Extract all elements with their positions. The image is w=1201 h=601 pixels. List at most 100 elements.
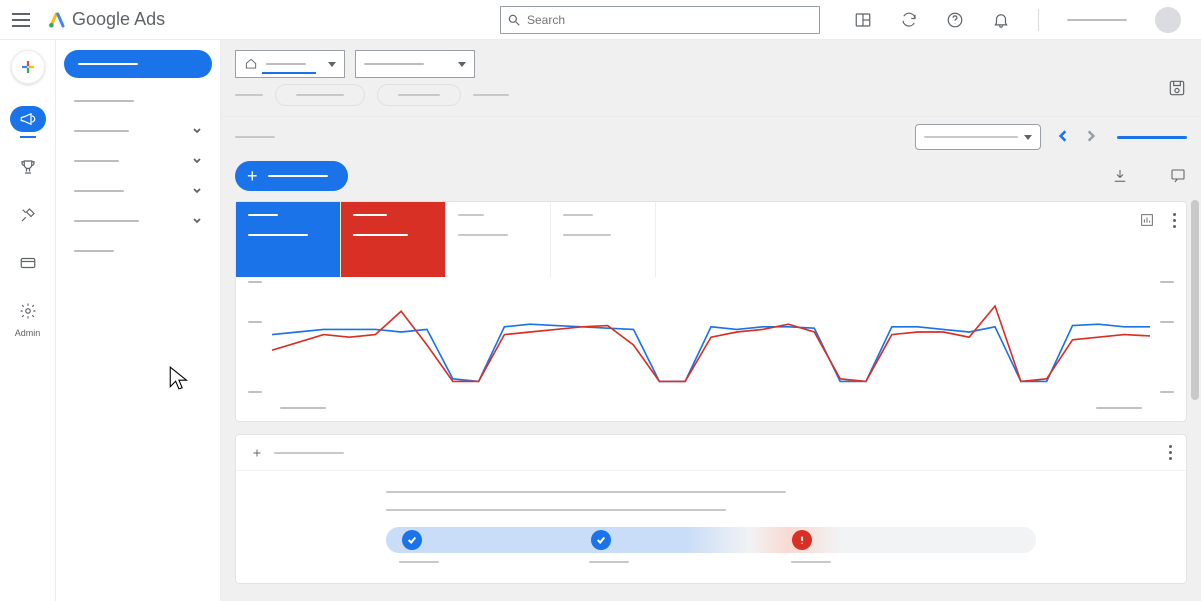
sparkle-plus-icon <box>250 446 264 460</box>
nav-row-5[interactable] <box>64 236 212 266</box>
notifications-icon[interactable] <box>992 11 1010 29</box>
plus-multicolor-icon <box>19 58 37 76</box>
rec-title <box>274 452 344 454</box>
metric-tab-3[interactable] <box>551 202 656 277</box>
download-icon[interactable] <box>1111 167 1129 185</box>
progress-label-2 <box>791 561 831 563</box>
rec-sub <box>386 509 726 511</box>
expand-chart-icon[interactable] <box>1139 212 1155 228</box>
chevron-down-icon <box>192 216 202 226</box>
rail-goals[interactable] <box>10 154 46 180</box>
y2-tick-low <box>1160 391 1174 393</box>
scope-level[interactable] <box>355 50 475 78</box>
nav-panel <box>56 40 221 601</box>
new-campaign-button[interactable]: + <box>235 161 348 191</box>
crumb-tail <box>473 94 509 96</box>
action-row: + <box>221 157 1201 201</box>
reports-icon[interactable] <box>854 11 872 29</box>
trophy-icon <box>19 158 37 176</box>
y2-tick-mid <box>1160 321 1174 323</box>
menu-icon[interactable] <box>12 8 36 32</box>
recommendations-card <box>235 434 1187 584</box>
performance-chart <box>236 277 1186 407</box>
date-prev[interactable] <box>1049 124 1077 150</box>
chart-x-ticks <box>236 407 1186 421</box>
progress-labels <box>386 553 1036 563</box>
progress-step-2[interactable] <box>792 530 812 550</box>
rail-billing[interactable] <box>10 250 46 276</box>
scrollbar[interactable] <box>1191 200 1199 400</box>
date-range-picker[interactable] <box>915 124 1041 150</box>
x-tick-end <box>1096 407 1142 409</box>
brand-light: Ads <box>134 9 165 29</box>
alert-icon <box>797 535 807 545</box>
progress-label-0 <box>399 561 439 563</box>
cursor-icon <box>167 365 193 391</box>
search-box[interactable] <box>500 6 820 34</box>
filter-chip-1[interactable] <box>275 84 365 106</box>
chart-svg <box>272 293 1150 397</box>
card-more-icon[interactable] <box>1173 213 1176 228</box>
home-icon <box>244 57 258 71</box>
top-bar-actions <box>854 7 1181 33</box>
brand-strong: Google <box>72 9 130 29</box>
chevron-down-icon <box>192 126 202 136</box>
rail-campaigns[interactable] <box>10 106 46 132</box>
rec-headline <box>386 491 786 493</box>
nav-row-1[interactable] <box>64 116 212 146</box>
nav-row-3[interactable] <box>64 176 212 206</box>
x-tick-start <box>280 407 326 409</box>
nav-row-4[interactable] <box>64 206 212 236</box>
rail-admin-label: Admin <box>15 328 41 338</box>
range-tab-active[interactable] <box>1117 136 1187 139</box>
y-tick-low <box>248 391 262 393</box>
help-icon[interactable] <box>946 11 964 29</box>
y-tick-high <box>248 281 262 283</box>
tools-icon <box>19 206 37 224</box>
check-icon <box>596 535 606 545</box>
chevron-down-icon <box>192 156 202 166</box>
crumb-root[interactable] <box>235 94 263 96</box>
metric-tab-1[interactable] <box>341 202 446 277</box>
progress-label-1 <box>589 561 629 563</box>
feedback-icon[interactable] <box>1169 167 1187 185</box>
breadcrumb <box>221 78 1201 117</box>
refresh-icon[interactable] <box>900 11 918 29</box>
nav-row-2[interactable] <box>64 146 212 176</box>
main: + <box>221 40 1201 601</box>
scope-account[interactable] <box>235 50 345 78</box>
megaphone-icon <box>19 110 37 128</box>
progress-step-0[interactable] <box>402 530 422 550</box>
google-ads-logo[interactable]: Google Ads <box>48 9 165 30</box>
ads-logo-icon <box>48 11 66 29</box>
y2-tick-high <box>1160 281 1174 283</box>
progress-step-1[interactable] <box>591 530 611 550</box>
left-rail: Admin <box>0 40 56 601</box>
progress-fill <box>386 527 1036 553</box>
filter-chip-2[interactable] <box>377 84 461 106</box>
search-icon <box>507 13 521 27</box>
create-button[interactable] <box>11 50 45 84</box>
save-icon <box>1167 78 1187 98</box>
nav-active[interactable] <box>64 50 212 78</box>
chevron-down-icon <box>192 186 202 196</box>
rec-more-icon[interactable] <box>1169 445 1172 460</box>
y-tick-mid <box>248 321 262 323</box>
search-input[interactable] <box>527 13 813 27</box>
account-label[interactable] <box>1067 19 1127 21</box>
save-view-button[interactable] <box>1167 78 1187 103</box>
card-icon <box>19 254 37 272</box>
date-next[interactable] <box>1077 124 1105 150</box>
divider <box>1038 9 1039 31</box>
avatar[interactable] <box>1155 7 1181 33</box>
metric-tab-2[interactable] <box>446 202 551 277</box>
rail-tools[interactable] <box>10 202 46 228</box>
nav-row-0[interactable] <box>64 86 212 116</box>
progress-bar[interactable] <box>386 527 1036 553</box>
toolbar <box>221 117 1201 157</box>
performance-card <box>235 201 1187 422</box>
rail-admin[interactable] <box>10 298 46 324</box>
scope-row <box>221 40 1201 78</box>
date-pagers <box>1049 124 1105 150</box>
metric-tab-0[interactable] <box>236 202 341 277</box>
